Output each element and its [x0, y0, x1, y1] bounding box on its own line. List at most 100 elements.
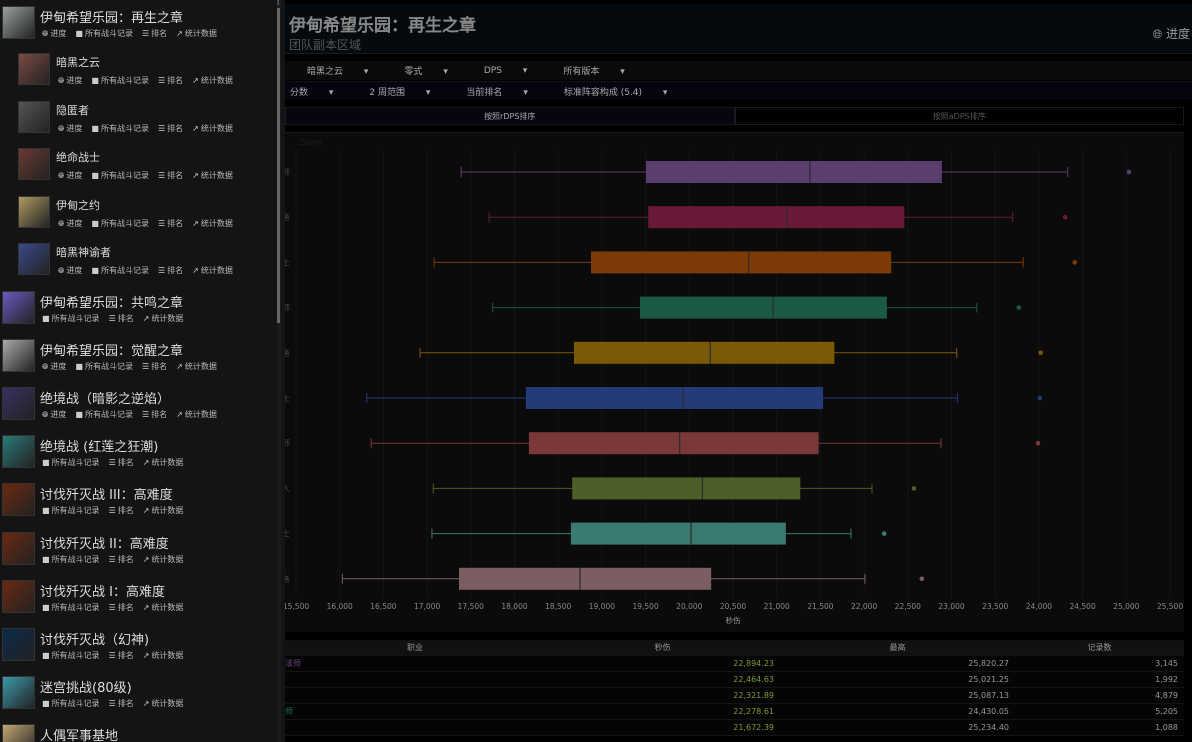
zone-title[interactable]: 讨伐歼灭战 II：高难度 [40, 533, 169, 552]
zone-title[interactable]: 讨伐歼灭战 III：高难度 [40, 484, 173, 503]
zone-link[interactable]: ■ 所有战斗记录 [42, 650, 100, 661]
zone-link[interactable]: ■ 所有战斗记录 [91, 170, 149, 181]
zone-title[interactable]: 人偶军事基地 [40, 725, 118, 742]
zone-title[interactable]: 伊甸希望乐园：觉醒之章 [40, 340, 183, 359]
zone-link[interactable]: ☰ 排名 [158, 75, 183, 86]
job-cell [285, 688, 545, 703]
zone-link[interactable]: ☰ 排名 [109, 554, 134, 565]
zone-link[interactable]: ■ 所有战斗记录 [75, 28, 133, 39]
zone-link[interactable]: 🌐︎ 进度 [58, 75, 82, 86]
zone-link[interactable]: ↗ 统计数据 [143, 698, 184, 709]
zone-link[interactable]: 🌐︎ 进度 [58, 265, 82, 276]
zone-link[interactable]: ■ 所有战斗记录 [91, 75, 149, 86]
zone-link-label: 排名 [117, 602, 134, 612]
zone-link[interactable]: 🌐︎ 进度 [42, 28, 66, 39]
zone-link[interactable]: ↗ 统计数据 [143, 602, 184, 613]
zone-link[interactable]: ☰ 排名 [109, 602, 134, 613]
tab-rdps[interactable]: 按照rDPS排序 [285, 107, 735, 125]
zone-title[interactable]: 伊甸之约 [56, 197, 100, 213]
zone-link[interactable]: ■ 所有战斗记录 [91, 123, 149, 134]
column-header[interactable]: 职业 [285, 640, 545, 655]
zone-link[interactable]: ☰ 排名 [158, 170, 183, 181]
zone-link[interactable]: 🌐︎ 进度 [58, 218, 82, 229]
table-row[interactable]: 师 22,278.61 24,430.05 5,205 [285, 704, 1184, 720]
filter-dropdown[interactable]: 暗黑之云 ▾ [296, 64, 375, 77]
zone-link[interactable]: ↗ 统计数据 [176, 361, 217, 372]
zone-link[interactable]: ↗ 统计数据 [176, 409, 217, 420]
zone-link[interactable]: 🌐︎ 进度 [58, 123, 82, 134]
zone-link-label: 统计数据 [151, 313, 184, 323]
stats-icon: ↗ [192, 171, 199, 180]
zone-link[interactable]: ■ 所有战斗记录 [75, 409, 133, 420]
table-row[interactable]: 21,672.39 25,234.40 1,088 [285, 720, 1184, 736]
zone-link[interactable]: ☰ 排名 [109, 698, 134, 709]
column-header[interactable]: 秒伤 [545, 640, 780, 655]
zone-title[interactable]: 伊甸希望乐园：再生之章 [40, 7, 183, 26]
zone-link[interactable]: ■ 所有战斗记录 [75, 361, 133, 372]
zone-link[interactable]: ↗ 统计数据 [143, 313, 184, 324]
zone-link[interactable]: 🌐︎ 进度 [58, 170, 82, 181]
table-row[interactable]: 22,464.63 25,021.25 1,992 [285, 672, 1184, 688]
zone-link[interactable]: ↗ 统计数据 [192, 123, 233, 134]
rank-icon: ☰ [157, 218, 166, 228]
zone-title[interactable]: 绝境战 (红莲之狂潮) [40, 436, 158, 455]
zone-thumbnail [18, 53, 50, 85]
zone-link[interactable]: ↗ 统计数据 [192, 75, 233, 86]
zone-link[interactable]: ☰ 排名 [158, 123, 183, 134]
zone-title[interactable]: 伊甸希望乐园：共鸣之章 [40, 292, 183, 311]
filter-dropdown[interactable]: 2 周范围 ▾ [358, 85, 437, 98]
zone-link[interactable]: ■ 所有战斗记录 [42, 698, 100, 709]
zone-title[interactable]: 暗黑之云 [56, 54, 100, 70]
zone-link[interactable]: ☰ 排名 [142, 409, 167, 420]
zone-link[interactable]: ☰ 排名 [109, 457, 134, 468]
zone-link[interactable]: ↗ 统计数据 [143, 457, 184, 468]
zone-link[interactable]: ■ 所有战斗记录 [42, 505, 100, 516]
zone-link[interactable]: ☰ 排名 [142, 361, 167, 372]
zone-link[interactable]: ☰ 排名 [158, 218, 183, 229]
x-tick-label: 21,500 [807, 602, 833, 611]
zone-title[interactable]: 绝境战（暗影之逆焰） [40, 388, 170, 407]
table-row[interactable]: 22,321.89 25,087.13 4,879 [285, 688, 1184, 704]
zone-link[interactable]: ■ 所有战斗记录 [42, 457, 100, 468]
zone-link[interactable]: ☰ 排名 [142, 28, 167, 39]
zone-link[interactable]: ☰ 排名 [109, 505, 134, 516]
table-row[interactable]: 法师 22,894.23 25,820.27 3,145 [285, 656, 1184, 672]
zone-link[interactable]: ↗ 统计数据 [143, 650, 184, 661]
sidebar-scroll-thumb[interactable] [277, 8, 280, 323]
zone-link[interactable]: ↗ 统计数据 [192, 265, 233, 276]
zone-title[interactable]: 绝命战士 [56, 149, 100, 165]
filter-dropdown[interactable]: 所有版本 ▾ [552, 64, 631, 77]
zone-title[interactable]: 讨伐歼灭战 I：高难度 [40, 581, 165, 600]
zone-link[interactable]: ↗ 统计数据 [176, 28, 217, 39]
zone-link[interactable]: ☰ 排名 [109, 650, 134, 661]
zone-link[interactable]: ↗ 统计数据 [192, 170, 233, 181]
progress-link[interactable]: 🌐︎ 进度 [1153, 25, 1190, 42]
zone-title[interactable]: 暗黑神谕者 [56, 244, 111, 260]
zone-link[interactable]: ■ 所有战斗记录 [42, 602, 100, 613]
column-header[interactable]: 最高 [780, 640, 1015, 655]
filter-dropdown[interactable]: 零式 ▾ [393, 64, 454, 77]
x-tick-label: 19,500 [632, 602, 658, 611]
zone-link[interactable]: ☰ 排名 [109, 313, 134, 324]
tab-adps[interactable]: 按照aDPS排序 [734, 107, 1184, 125]
zone-title[interactable]: 迷宫挑战(80级) [40, 677, 132, 696]
zone-title[interactable]: 隐匿者 [56, 102, 89, 118]
zone-link-label: 统计数据 [151, 506, 184, 516]
zone-link[interactable]: ■ 所有战斗记录 [91, 218, 149, 229]
zone-link[interactable]: ↗ 统计数据 [143, 505, 184, 516]
zone-link[interactable]: ↗ 统计数据 [192, 218, 233, 229]
zone-link[interactable]: ■ 所有战斗记录 [91, 265, 149, 276]
zone-link[interactable]: 🌐︎ 进度 [42, 361, 66, 372]
scroll-up-arrow-icon[interactable]: ↑ [274, 0, 282, 8]
filter-dropdown[interactable]: 当前排名 ▾ [455, 85, 534, 98]
zone-link[interactable]: ■ 所有战斗记录 [42, 313, 100, 324]
zone-link[interactable]: 🌐︎ 进度 [42, 409, 66, 420]
zone-link[interactable]: ■ 所有战斗记录 [42, 554, 100, 565]
zone-title[interactable]: 讨伐歼灭战（幻神) [40, 629, 149, 648]
zone-link[interactable]: ↗ 统计数据 [143, 554, 184, 565]
filter-dropdown[interactable]: 标准阵容构成 (5.4) ▾ [553, 85, 675, 98]
filter-dropdown[interactable]: 分数 ▾ [279, 85, 340, 98]
zone-link[interactable]: ☰ 排名 [158, 265, 183, 276]
column-header[interactable]: 记录数 [1015, 640, 1184, 655]
filter-dropdown[interactable]: DPS ▾ [473, 66, 534, 76]
